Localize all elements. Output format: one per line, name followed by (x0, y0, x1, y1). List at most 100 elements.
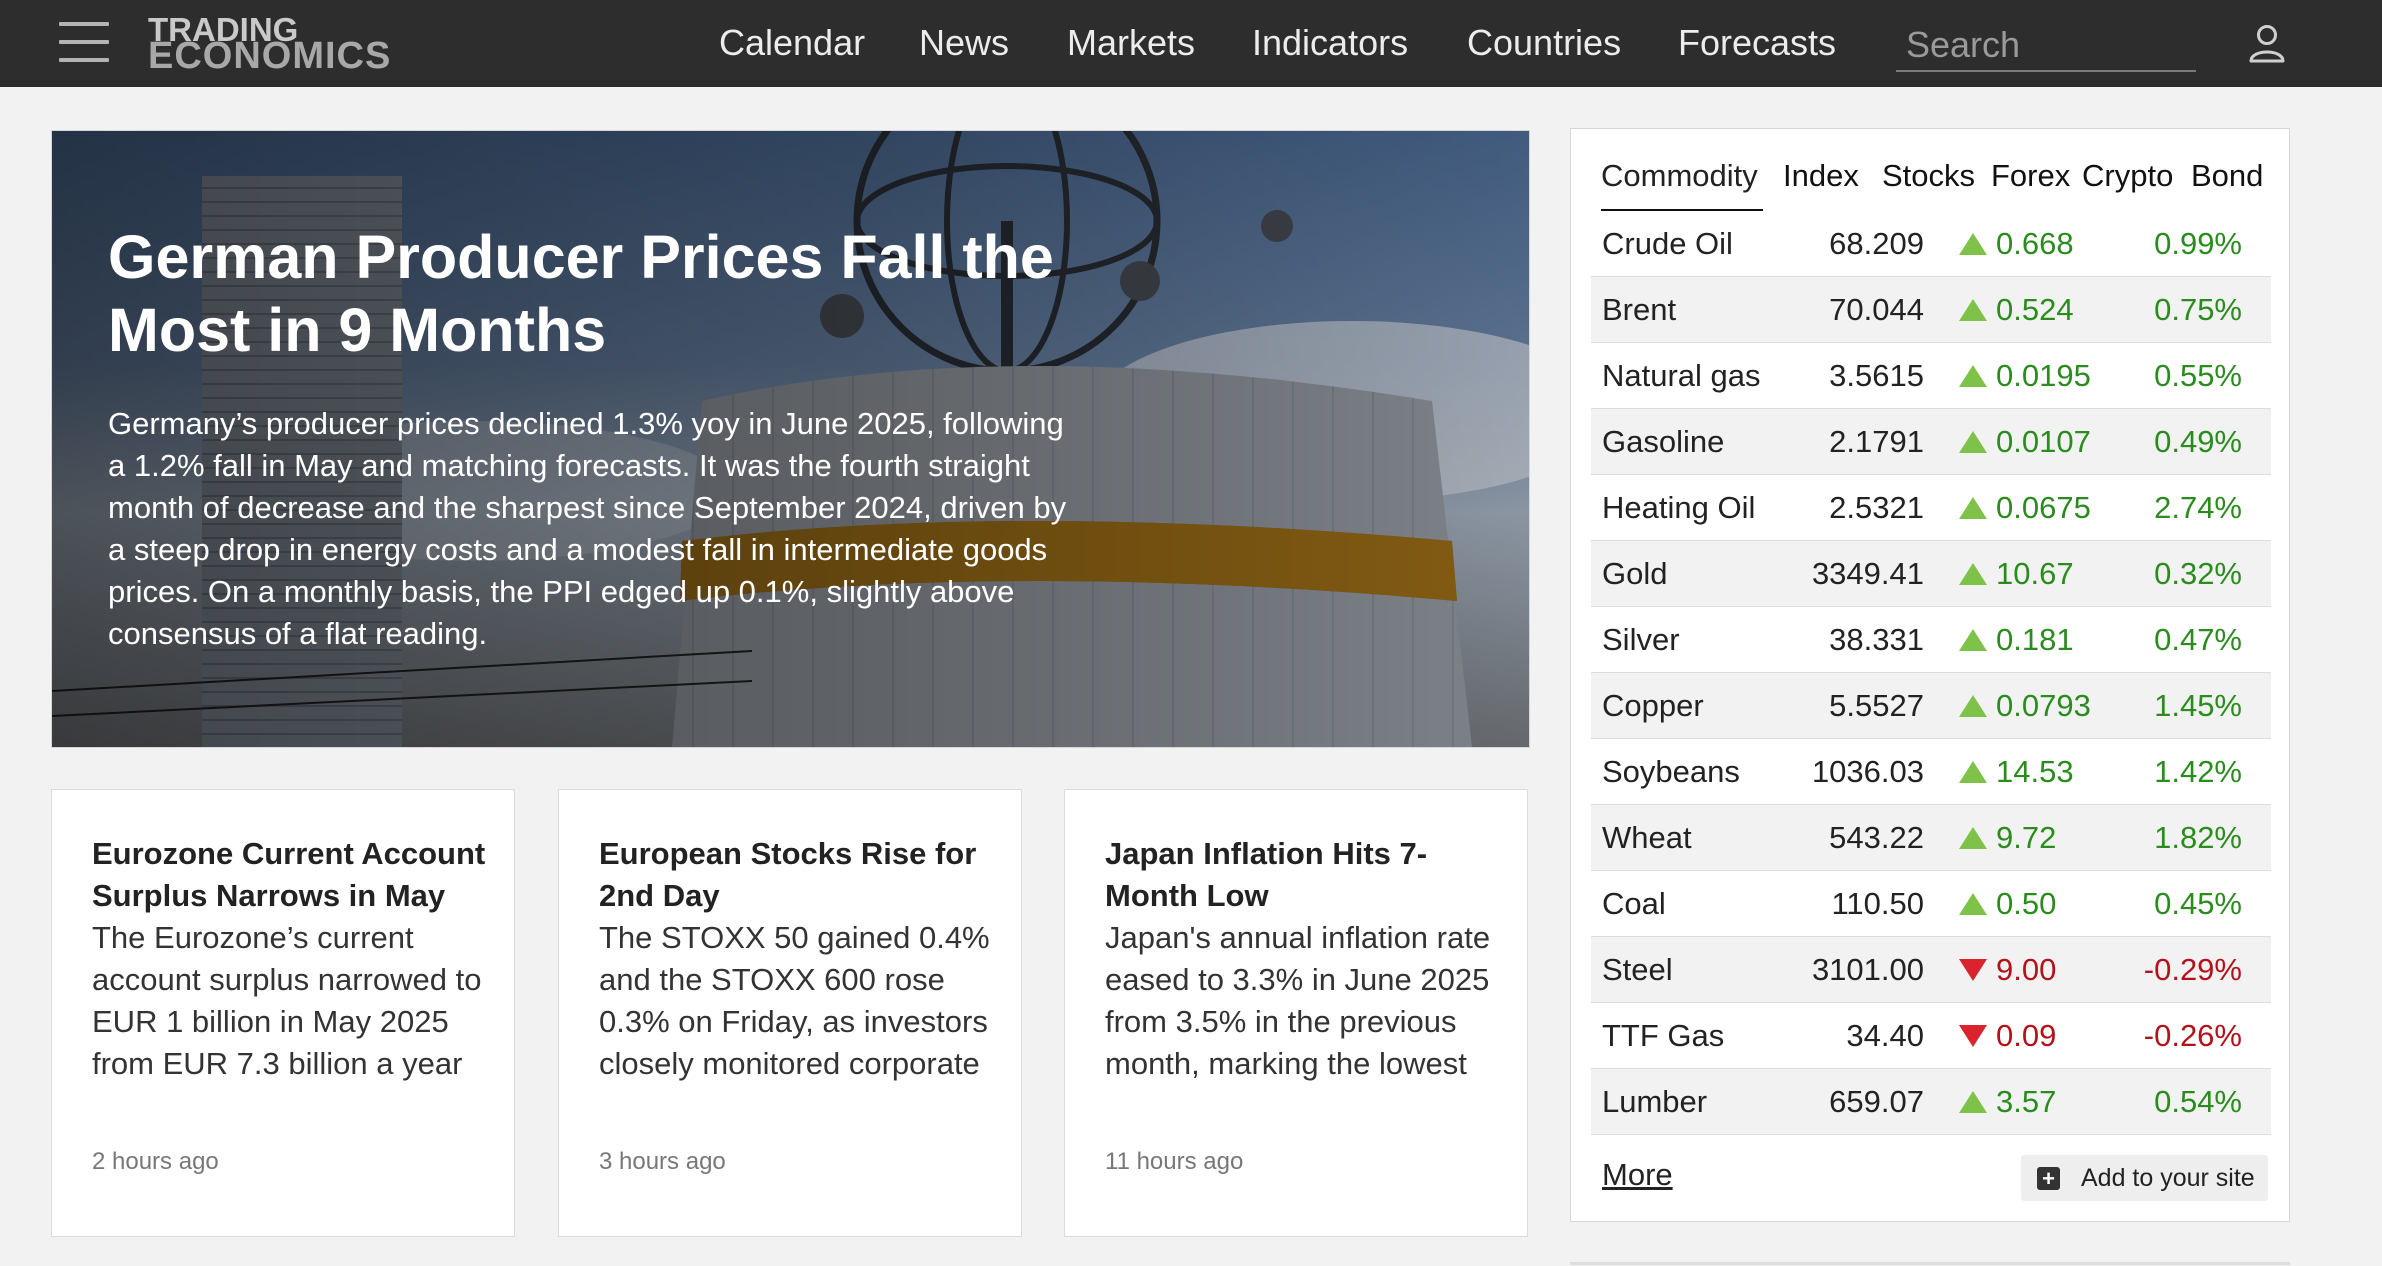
commodity-percent: 0.32% (2154, 556, 2242, 591)
search-input[interactable] (1896, 20, 2196, 72)
table-row[interactable]: Gasoline 2.1791 0.0107 0.49% (1591, 409, 2271, 475)
triangle-up-icon (1959, 761, 1987, 783)
commodity-change: 0.668 (1996, 226, 2074, 261)
commodity-name[interactable]: TTF Gas (1602, 1003, 1724, 1068)
table-row[interactable]: Soybeans 1036.03 14.53 1.42% (1591, 739, 2271, 805)
tab-forex[interactable]: Forex (1991, 151, 2070, 209)
commodity-percent: 0.54% (2154, 1084, 2242, 1119)
commodity-name[interactable]: Soybeans (1602, 739, 1740, 804)
commodity-name[interactable]: Copper (1602, 673, 1704, 738)
hero-story[interactable]: German Producer Prices Fall the Most in … (51, 130, 1530, 748)
commodity-percent: 1.45% (2154, 688, 2242, 723)
nav-forecasts[interactable]: Forecasts (1678, 22, 1836, 64)
news-card-title[interactable]: European Stocks Rise for 2nd Day (599, 833, 999, 917)
commodity-name[interactable]: Brent (1602, 277, 1676, 342)
commodity-name[interactable]: Gold (1602, 541, 1667, 606)
commodity-change: 0.0675 (1996, 490, 2091, 525)
commodity-percent: -0.29% (2143, 952, 2242, 987)
news-card[interactable]: Japan Inflation Hits 7-Month Low Japan's… (1064, 789, 1528, 1237)
commodity-name[interactable]: Gasoline (1602, 409, 1724, 474)
commodity-change: 0.09 (1996, 1018, 2057, 1053)
news-card-text: The Eurozone’s current account surplus n… (92, 920, 482, 1081)
nav-indicators[interactable]: Indicators (1252, 22, 1408, 64)
commodity-price: 543.22 (1829, 820, 1924, 855)
news-card[interactable]: European Stocks Rise for 2nd Day The STO… (558, 789, 1022, 1237)
commodity-price: 70.044 (1829, 292, 1924, 327)
news-card-title[interactable]: Japan Inflation Hits 7-Month Low (1105, 833, 1505, 917)
commodity-name[interactable]: Heating Oil (1602, 475, 1755, 540)
table-row[interactable]: Lumber 659.07 3.57 0.54% (1591, 1069, 2271, 1135)
table-row[interactable]: Crude Oil 68.209 0.668 0.99% (1591, 211, 2271, 277)
table-row[interactable]: Steel 3101.00 9.00 -0.29% (1591, 937, 2271, 1003)
hero-summary: Germany’s producer prices declined 1.3% … (108, 406, 1067, 651)
hero-title[interactable]: German Producer Prices Fall the Most in … (108, 221, 1108, 367)
table-row[interactable]: TTF Gas 34.40 0.09 -0.26% (1591, 1003, 2271, 1069)
table-row[interactable]: Copper 5.5527 0.0793 1.45% (1591, 673, 2271, 739)
top-navigation-bar: TRADING ECONOMICS Calendar News Markets … (0, 0, 2382, 87)
commodity-change: 14.53 (1996, 754, 2074, 789)
news-card-time: 11 hours ago (1105, 1148, 1244, 1175)
table-row[interactable]: Wheat 543.22 9.72 1.82% (1591, 805, 2271, 871)
tab-crypto[interactable]: Crypto (2082, 151, 2173, 209)
markets-widget: Commodity Index Stocks Forex Crypto Bond… (1570, 128, 2290, 1222)
commodity-price: 3349.41 (1811, 556, 1924, 591)
triangle-up-icon (1959, 431, 1987, 453)
commodity-name[interactable]: Steel (1602, 937, 1673, 1002)
commodity-percent: 0.47% (2154, 622, 2242, 657)
news-card-title[interactable]: Eurozone Current Account Surplus Narrows… (92, 833, 492, 917)
tab-stocks[interactable]: Stocks (1882, 151, 1975, 209)
site-logo[interactable]: TRADING ECONOMICS (148, 13, 392, 77)
tab-bond[interactable]: Bond (2191, 151, 2263, 209)
commodity-price: 38.331 (1829, 622, 1924, 657)
news-card[interactable]: Eurozone Current Account Surplus Narrows… (51, 789, 515, 1237)
add-to-site-button[interactable]: + Add to your site (2021, 1155, 2268, 1201)
triangle-up-icon (1959, 299, 1987, 321)
nav-markets[interactable]: Markets (1067, 22, 1195, 64)
triangle-up-icon (1959, 365, 1987, 387)
logo-line-2: ECONOMICS (148, 35, 392, 77)
table-row[interactable]: Coal 110.50 0.50 0.45% (1591, 871, 2271, 937)
nav-calendar[interactable]: Calendar (719, 22, 865, 64)
commodity-name[interactable]: Wheat (1602, 805, 1692, 870)
table-row[interactable]: Heating Oil 2.5321 0.0675 2.74% (1591, 475, 2271, 541)
commodity-price: 110.50 (1831, 886, 1924, 921)
tab-index[interactable]: Index (1783, 151, 1859, 209)
commodity-change: 9.72 (1996, 820, 2057, 855)
commodity-change: 3.57 (1996, 1084, 2057, 1119)
commodity-percent: 0.99% (2154, 226, 2242, 261)
commodity-name[interactable]: Crude Oil (1602, 211, 1733, 276)
triangle-down-icon (1959, 1025, 1987, 1047)
commodity-percent: -0.26% (2143, 1018, 2242, 1053)
triangle-up-icon (1959, 497, 1987, 519)
commodity-percent: 0.75% (2154, 292, 2242, 327)
hamburger-menu-icon[interactable] (59, 22, 109, 62)
commodity-price: 34.40 (1846, 1018, 1924, 1053)
tab-commodity[interactable]: Commodity (1601, 151, 1763, 213)
triangle-up-icon (1959, 563, 1987, 585)
commodity-price: 2.1791 (1829, 424, 1924, 459)
nav-news[interactable]: News (919, 22, 1009, 64)
table-row[interactable]: Silver 38.331 0.181 0.47% (1591, 607, 2271, 673)
commodity-name[interactable]: Coal (1602, 871, 1666, 936)
commodity-percent: 0.45% (2154, 886, 2242, 921)
commodity-name[interactable]: Lumber (1602, 1069, 1707, 1134)
table-row[interactable]: Gold 3349.41 10.67 0.32% (1591, 541, 2271, 607)
commodity-price: 2.5321 (1829, 490, 1924, 525)
commodity-name[interactable]: Natural gas (1602, 343, 1761, 408)
commodity-change: 0.181 (1996, 622, 2074, 657)
commodity-price: 3.5615 (1829, 358, 1924, 393)
triangle-up-icon (1959, 629, 1987, 651)
triangle-up-icon (1959, 893, 1987, 915)
commodity-percent: 1.82% (2154, 820, 2242, 855)
nav-countries[interactable]: Countries (1467, 22, 1621, 64)
user-icon[interactable] (2248, 24, 2286, 64)
news-card-text: The STOXX 50 gained 0.4% and the STOXX 6… (599, 920, 990, 1081)
commodity-price: 659.07 (1829, 1084, 1924, 1119)
table-row[interactable]: Brent 70.044 0.524 0.75% (1591, 277, 2271, 343)
commodity-percent: 2.74% (2154, 490, 2242, 525)
triangle-up-icon (1959, 695, 1987, 717)
news-card-time: 2 hours ago (92, 1148, 219, 1175)
more-link[interactable]: More (1602, 1157, 1673, 1193)
commodity-name[interactable]: Silver (1602, 607, 1680, 672)
table-row[interactable]: Natural gas 3.5615 0.0195 0.55% (1591, 343, 2271, 409)
